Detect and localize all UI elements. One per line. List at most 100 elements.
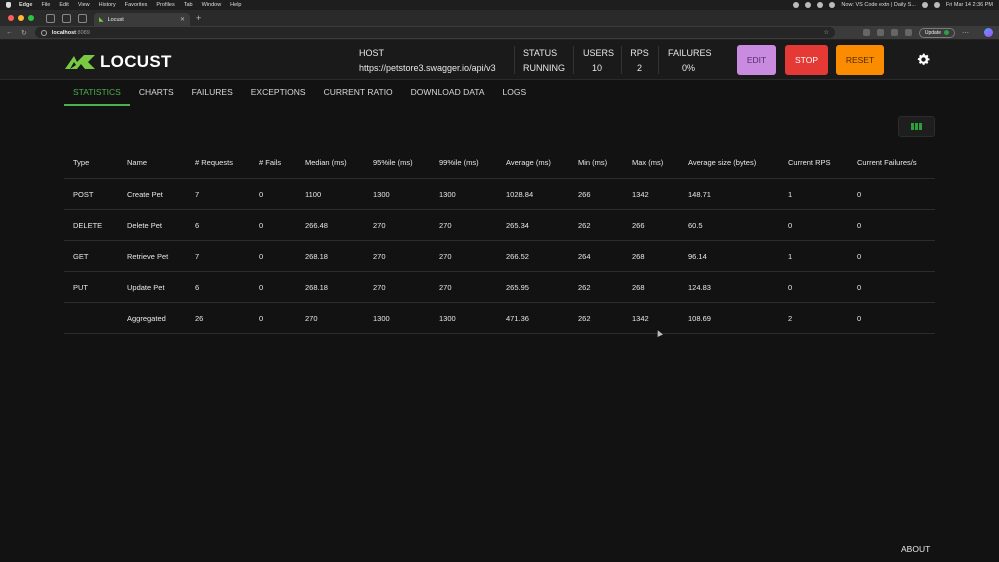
menubar-clock[interactable]: Fri Mar 14 2:36 PM bbox=[946, 2, 993, 8]
table-cell: 1028.84 bbox=[506, 189, 534, 199]
menu-edge[interactable]: Edge bbox=[19, 2, 32, 8]
column-header[interactable]: 99%ile (ms) bbox=[430, 158, 497, 167]
status-icon[interactable] bbox=[793, 2, 800, 8]
workspaces-icon[interactable] bbox=[46, 13, 55, 23]
table-header-row: Type Name # Requests # Fails Median (ms) 95%i… bbox=[64, 146, 935, 179]
table-cell: 1300 bbox=[373, 313, 390, 323]
close-tab-icon[interactable]: ✕ bbox=[180, 16, 185, 23]
gear-icon[interactable] bbox=[916, 52, 931, 67]
reset-button[interactable]: RESET bbox=[836, 45, 884, 75]
table-cell: GET bbox=[73, 251, 89, 261]
tab-current-ratio[interactable]: CURRENT RATIO bbox=[315, 84, 402, 106]
menu-history[interactable]: History bbox=[99, 2, 116, 8]
divider bbox=[658, 46, 659, 74]
table-cell: DELETE bbox=[73, 220, 103, 230]
browser-tab-locust[interactable]: ◣ Locust ✕ bbox=[94, 13, 190, 26]
table-cell: 265.95 bbox=[506, 282, 529, 292]
failures-value: 0% bbox=[681, 63, 695, 73]
table-cell: PUT bbox=[73, 282, 88, 292]
menu-favorites[interactable]: Favorites bbox=[125, 2, 148, 8]
table-cell: Delete Pet bbox=[127, 220, 163, 230]
table-body: POST Create Pet 7 0 1100 1300 1300 1028.84 266 13… bbox=[64, 179, 935, 334]
now-playing-status[interactable]: Now: VS Code extn | Daily S... bbox=[841, 2, 916, 8]
column-header[interactable]: # Fails bbox=[250, 158, 296, 167]
status-icon[interactable] bbox=[805, 2, 812, 8]
column-header[interactable]: Average (ms) bbox=[497, 158, 569, 167]
stop-button[interactable]: STOP bbox=[785, 45, 828, 75]
rps-label: RPS bbox=[630, 48, 649, 58]
column-header[interactable]: Median (ms) bbox=[296, 158, 364, 167]
table-cell: 0 bbox=[259, 189, 264, 199]
extension-icon[interactable] bbox=[862, 29, 870, 36]
table-cell: 0 bbox=[857, 313, 862, 323]
column-header[interactable]: Average size (bytes) bbox=[679, 158, 779, 167]
extension-icon[interactable] bbox=[876, 29, 884, 36]
table-cell: 270 bbox=[439, 251, 452, 261]
table-cell: 268 bbox=[632, 251, 645, 261]
favorite-star-icon[interactable]: ☆ bbox=[823, 29, 828, 36]
url-input[interactable]: localhost :8089 ☆ bbox=[34, 27, 835, 38]
about-link[interactable]: ABOUT bbox=[901, 544, 930, 554]
new-tab-button[interactable]: + bbox=[196, 13, 201, 23]
close-window-button[interactable] bbox=[8, 15, 14, 21]
url-host: localhost bbox=[51, 29, 77, 36]
menu-help[interactable]: Help bbox=[230, 2, 241, 8]
apple-icon[interactable] bbox=[6, 2, 11, 8]
users-value: 10 bbox=[591, 63, 602, 73]
back-icon[interactable]: ← bbox=[6, 29, 13, 36]
locust-favicon-icon: ◣ bbox=[99, 17, 104, 23]
maximize-window-button[interactable] bbox=[28, 15, 34, 21]
tab-statistics[interactable]: STATISTICS bbox=[64, 84, 130, 106]
tab-exceptions[interactable]: EXCEPTIONS bbox=[242, 84, 315, 106]
column-header[interactable]: Type bbox=[64, 158, 118, 167]
bluetooth-icon[interactable] bbox=[921, 2, 928, 8]
menu-view[interactable]: View bbox=[78, 2, 90, 8]
vertical-tabs-icon[interactable] bbox=[78, 13, 87, 23]
users-stat: USERS 10 bbox=[583, 48, 614, 73]
menu-edit[interactable]: Edit bbox=[59, 2, 68, 8]
table-cell: 265.34 bbox=[506, 220, 529, 230]
status-stat: STATUS RUNNING bbox=[523, 48, 565, 73]
tab-download-data[interactable]: DOWNLOAD DATA bbox=[402, 84, 494, 106]
column-header[interactable]: Max (ms) bbox=[623, 158, 679, 167]
status-icon[interactable] bbox=[817, 2, 824, 8]
menu-file[interactable]: File bbox=[41, 2, 50, 8]
status-label: STATUS bbox=[523, 48, 558, 58]
refresh-icon[interactable]: ↻ bbox=[21, 29, 27, 37]
column-header[interactable]: Name bbox=[118, 158, 186, 167]
menu-window[interactable]: Window bbox=[202, 2, 222, 8]
table-cell: 270 bbox=[373, 220, 386, 230]
update-button[interactable]: Update bbox=[918, 27, 955, 38]
menu-tab[interactable]: Tab bbox=[184, 2, 193, 8]
column-header[interactable]: 95%ile (ms) bbox=[364, 158, 430, 167]
toolbar-extensions: Update ⋯ bbox=[862, 27, 993, 38]
minimize-window-button[interactable] bbox=[18, 15, 24, 21]
site-info-icon[interactable] bbox=[40, 29, 47, 36]
collections-icon[interactable] bbox=[904, 29, 912, 36]
wifi-icon[interactable] bbox=[829, 2, 836, 8]
tab-failures[interactable]: FAILURES bbox=[183, 84, 242, 106]
tab-logs[interactable]: LOGS bbox=[494, 84, 536, 106]
column-header[interactable]: Current RPS bbox=[779, 158, 848, 167]
copilot-icon[interactable] bbox=[984, 28, 993, 37]
table-cell: 0 bbox=[259, 220, 264, 230]
locust-logo[interactable]: LOCUST bbox=[64, 52, 172, 72]
tab-charts[interactable]: CHARTS bbox=[130, 84, 183, 106]
control-center-icon[interactable] bbox=[933, 2, 940, 8]
table-cell: 1300 bbox=[439, 189, 456, 199]
column-selector-button[interactable] bbox=[898, 116, 935, 137]
table-cell: 0 bbox=[857, 282, 862, 292]
extension-icon[interactable] bbox=[890, 29, 898, 36]
table-cell: 0 bbox=[857, 251, 862, 261]
column-header[interactable]: # Requests bbox=[186, 158, 250, 167]
column-header[interactable]: Min (ms) bbox=[569, 158, 623, 167]
tab-actions-icon[interactable] bbox=[62, 13, 71, 23]
table-cell: 148.71 bbox=[688, 189, 711, 199]
address-bar-row: ← ↻ localhost :8089 ☆ Update ⋯ bbox=[0, 26, 999, 40]
divider bbox=[514, 46, 515, 74]
edit-button[interactable]: EDIT bbox=[737, 45, 776, 75]
more-options-icon[interactable]: ⋯ bbox=[962, 29, 969, 37]
menu-profiles[interactable]: Profiles bbox=[156, 2, 174, 8]
table-cell: 60.5 bbox=[688, 220, 703, 230]
column-header[interactable]: Current Failures/s bbox=[848, 158, 935, 167]
